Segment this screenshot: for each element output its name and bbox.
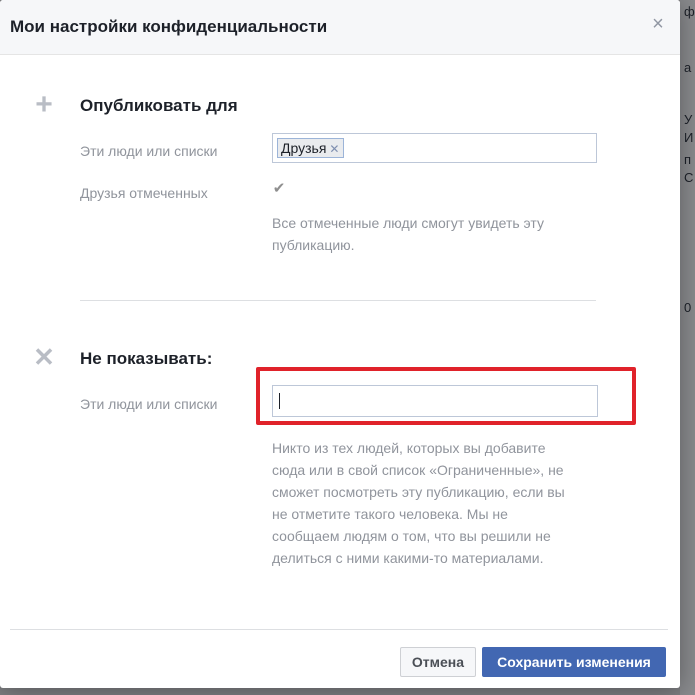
save-changes-button[interactable]: Сохранить изменения <box>482 647 666 677</box>
hide-people-label: Эти люди или списки <box>80 396 218 412</box>
publish-people-label: Эти люди или списки <box>80 143 218 159</box>
background-page: ф а У И п С 0 <box>680 0 695 695</box>
cancel-button[interactable]: Отмена <box>400 647 476 677</box>
hide-help-line: Никто из тех людей, которых вы добавите <box>272 440 546 456</box>
privacy-settings-dialog: Мои настройки конфиденциальности × + Опу… <box>0 0 680 688</box>
close-icon[interactable]: × <box>650 14 666 34</box>
dialog-title: Мои настройки конфиденциальности <box>10 17 328 36</box>
hide-help-text: Никто из тех людей, которых вы добавите … <box>272 437 592 569</box>
tagged-friends-label: Друзья отмеченных <box>80 185 208 201</box>
publish-section-title: Опубликовать для <box>80 96 238 115</box>
remove-token-icon[interactable]: ✕ <box>329 142 339 156</box>
hide-help-line: не отметите такого человека. Мы не <box>272 506 508 522</box>
hide-help-line: сообщаем людям о том, что вы решили не <box>272 528 551 544</box>
hide-help-line: делиться с ними какими-то материалами. <box>272 550 544 566</box>
hide-help-line: сюда или в свой список «Ограниченные», н… <box>272 462 564 478</box>
highlight-box <box>256 367 636 425</box>
audience-token-label: Друзья <box>281 140 327 156</box>
plus-icon: + <box>35 88 53 121</box>
cross-icon: ✕ <box>33 342 55 372</box>
section-divider <box>80 300 596 301</box>
hide-section-title: Не показывать: <box>80 349 213 368</box>
publish-help-line: Все отмеченные люди смогут увидеть эту <box>272 215 544 231</box>
footer-divider <box>10 629 668 630</box>
tagged-friends-checkbox[interactable]: ✔ <box>271 181 287 197</box>
dialog-header: Мои настройки конфиденциальности × <box>0 0 680 55</box>
publish-help-text: Все отмеченные люди смогут увидеть эту п… <box>272 212 592 256</box>
hide-help-line: сможет посмотреть эту публикацию, если в… <box>272 484 565 500</box>
audience-token: Друзья ✕ <box>277 138 345 158</box>
publish-help-line: публикацию. <box>272 237 355 253</box>
publish-audience-input[interactable]: Друзья ✕ <box>272 133 597 163</box>
